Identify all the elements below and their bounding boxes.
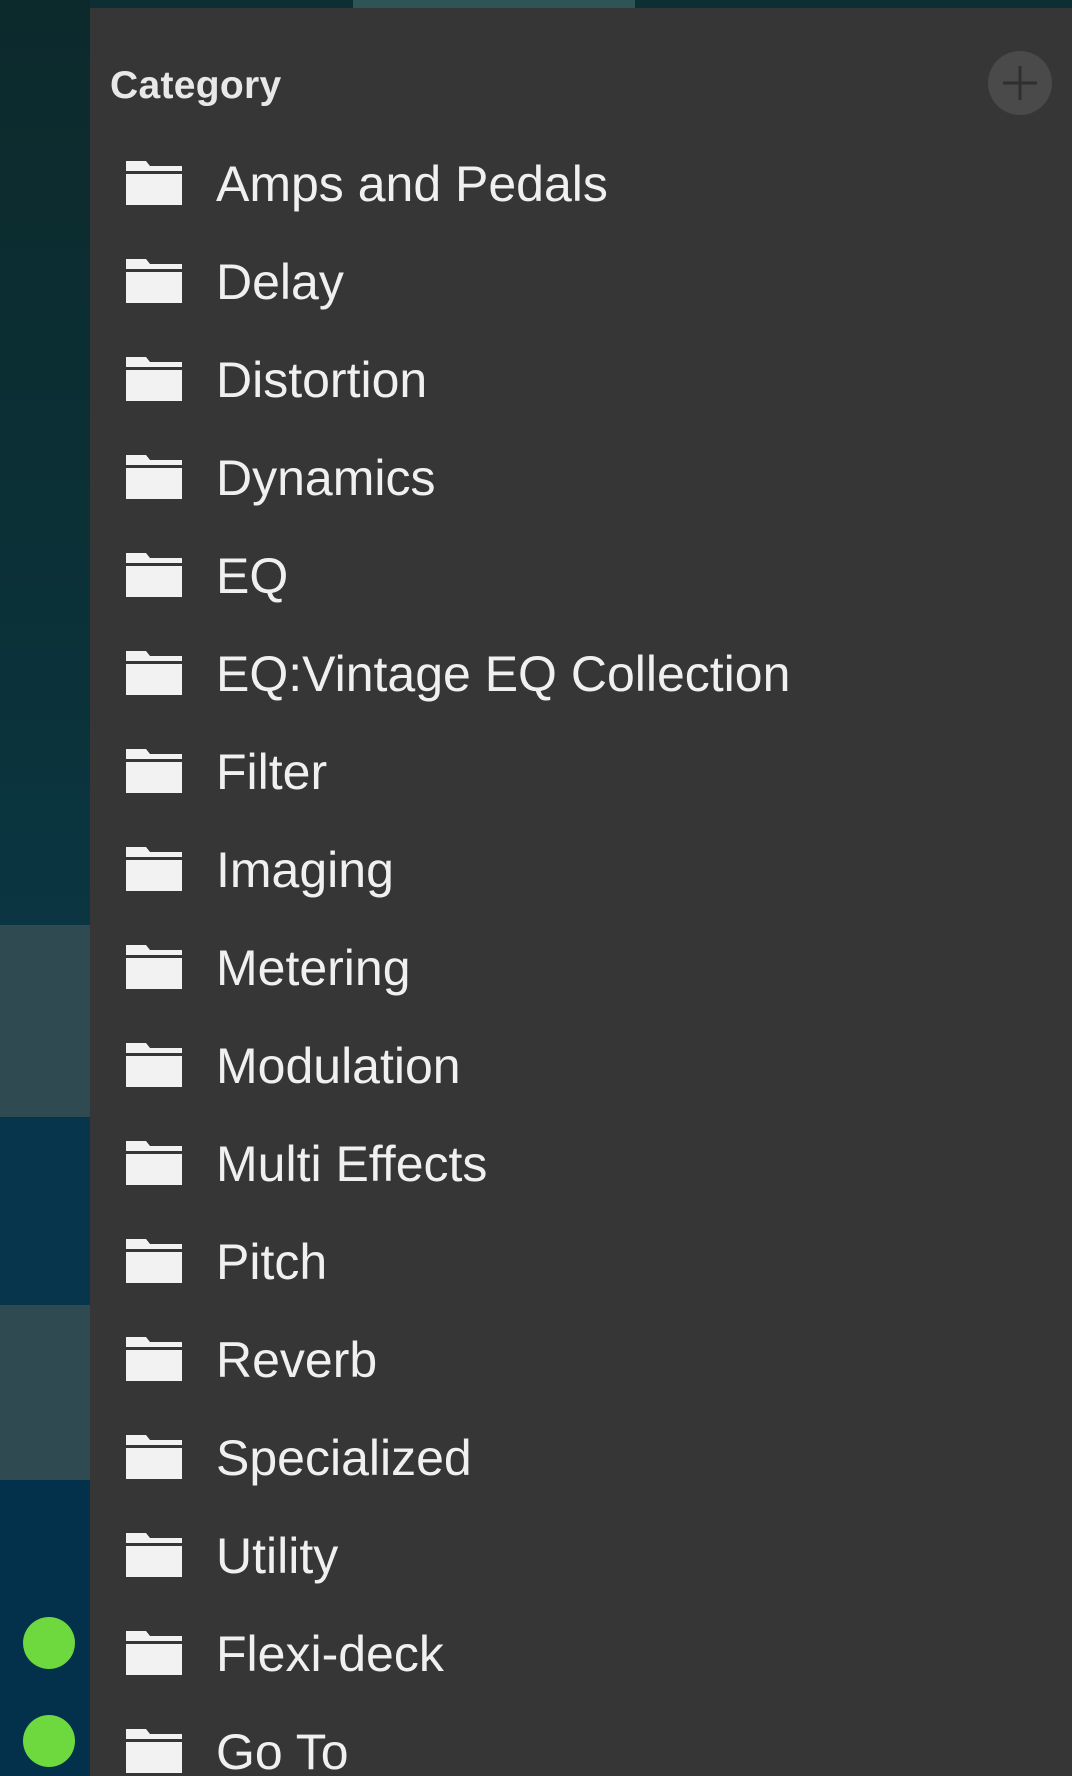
category-header: Category: [110, 64, 282, 107]
category-item[interactable]: Filter: [90, 725, 1072, 823]
category-item[interactable]: Dynamics: [90, 431, 1072, 529]
category-item[interactable]: Metering: [90, 921, 1072, 1019]
category-item[interactable]: Utility: [90, 1509, 1072, 1607]
folder-icon: [124, 941, 184, 991]
category-item-label: Metering: [216, 940, 411, 996]
category-item[interactable]: Go To: [90, 1705, 1072, 1776]
folder-icon: [124, 1137, 184, 1187]
category-item-label: Multi Effects: [216, 1136, 488, 1192]
background-track-band: [0, 1305, 90, 1480]
category-item-label: Imaging: [216, 842, 394, 898]
green-status-dot-icon[interactable]: [23, 1617, 75, 1669]
folder-icon: [124, 1627, 184, 1677]
category-list: Amps and Pedals Delay Distortion Dynamic…: [90, 137, 1072, 1776]
folder-icon: [124, 1431, 184, 1481]
category-item-label: Dynamics: [216, 450, 436, 506]
category-item[interactable]: Distortion: [90, 333, 1072, 431]
category-item-label: Reverb: [216, 1332, 378, 1388]
category-item-label: Delay: [216, 254, 344, 310]
category-item[interactable]: Imaging: [90, 823, 1072, 921]
folder-icon: [124, 745, 184, 795]
category-item[interactable]: Specialized: [90, 1411, 1072, 1509]
folder-icon: [124, 1333, 184, 1383]
category-item-label: Specialized: [216, 1430, 472, 1486]
green-status-dot-icon[interactable]: [23, 1715, 75, 1767]
category-item-label: Modulation: [216, 1038, 461, 1094]
folder-icon: [124, 843, 184, 893]
folder-icon: [124, 1039, 184, 1089]
folder-icon: [124, 1725, 184, 1775]
screen: Category Amps and Pedals Delay Distortio…: [0, 0, 1072, 1776]
plus-circle-icon: [1003, 66, 1037, 100]
background-track-band: [0, 925, 90, 1117]
folder-icon: [124, 1235, 184, 1285]
category-item[interactable]: Flexi-deck: [90, 1607, 1072, 1705]
category-item[interactable]: Modulation: [90, 1019, 1072, 1117]
category-item-label: Distortion: [216, 352, 428, 408]
folder-icon: [124, 1529, 184, 1579]
category-item-label: Pitch: [216, 1234, 328, 1290]
folder-icon: [124, 157, 184, 207]
background-track-band: [0, 1117, 90, 1305]
folder-icon: [124, 647, 184, 697]
folder-icon: [124, 255, 184, 305]
folder-icon: [124, 353, 184, 403]
add-button[interactable]: [988, 51, 1052, 115]
folder-icon: [124, 549, 184, 599]
category-item[interactable]: Delay: [90, 235, 1072, 333]
category-item[interactable]: Pitch: [90, 1215, 1072, 1313]
category-item-label: Flexi-deck: [216, 1626, 444, 1682]
category-item[interactable]: EQ:Vintage EQ Collection: [90, 627, 1072, 725]
category-item-label: EQ: [216, 548, 289, 604]
category-item[interactable]: Multi Effects: [90, 1117, 1072, 1215]
category-item[interactable]: Reverb: [90, 1313, 1072, 1411]
category-item[interactable]: EQ: [90, 529, 1072, 627]
folder-icon: [124, 451, 184, 501]
category-item-label: EQ:Vintage EQ Collection: [216, 646, 791, 702]
category-item-label: Filter: [216, 744, 328, 800]
category-item-label: Amps and Pedals: [216, 156, 608, 212]
category-item[interactable]: Amps and Pedals: [90, 137, 1072, 235]
category-item-label: Go To: [216, 1724, 349, 1776]
top-edge-accent: [353, 0, 635, 8]
category-popover: Category Amps and Pedals Delay Distortio…: [90, 8, 1072, 1776]
category-item-label: Utility: [216, 1528, 339, 1584]
